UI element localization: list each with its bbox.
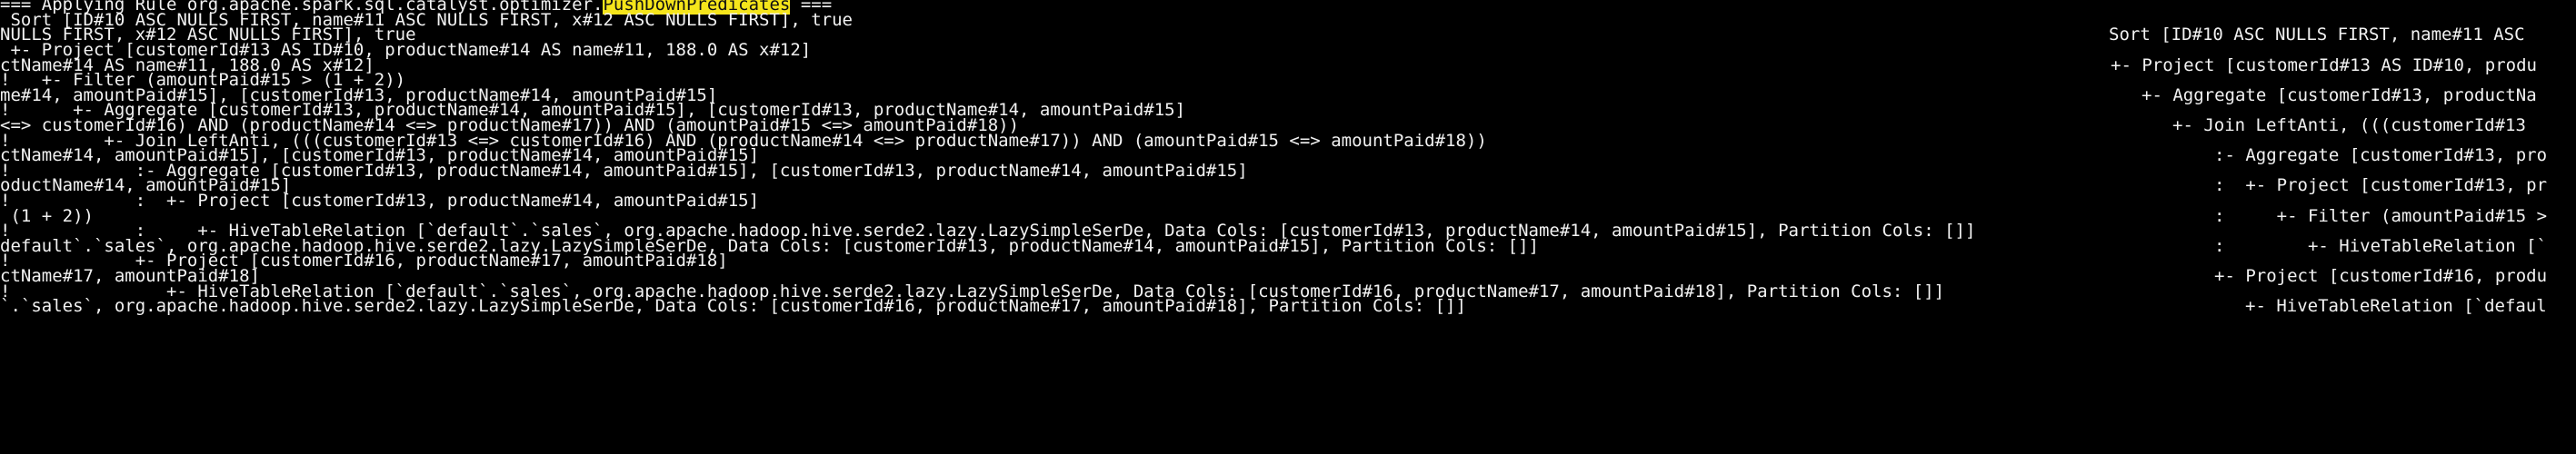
- plan-line-after: +- Aggregate [customerId#13, productNa: [2142, 84, 2537, 105]
- plan-line-after: : +- HiveTableRelation [`: [2214, 235, 2548, 256]
- plan-line-after: Sort [ID#10 ASC NULLS FIRST, name#11 ASC: [2109, 25, 2525, 45]
- plan-line-after: :- Aggregate [customerId#13, pro: [2214, 145, 2548, 166]
- plan-line-after: +- Project [customerId#16, produ: [2214, 266, 2548, 286]
- plan-line-after: +- HiveTableRelation [`defaul: [2245, 296, 2547, 317]
- plan-line: `.`sales`, org.apache.hadoop.hive.serde2…: [0, 296, 1466, 317]
- plan-line-after: +- Project [customerId#13 AS ID#10, prod…: [2111, 54, 2537, 75]
- plan-line-after: : +- Filter (amountPaid#15 >: [2214, 205, 2548, 226]
- terminal-output: === Applying Rule org.apache.spark.sql.c…: [0, 0, 2576, 454]
- plan-line: ! : +- Project [customerId#13, productNa…: [0, 191, 760, 211]
- plan-line-after: +- Join LeftAnti, (((customerId#13: [2172, 115, 2526, 135]
- plan-line-after: : +- Project [customerId#13, pr: [2214, 175, 2548, 196]
